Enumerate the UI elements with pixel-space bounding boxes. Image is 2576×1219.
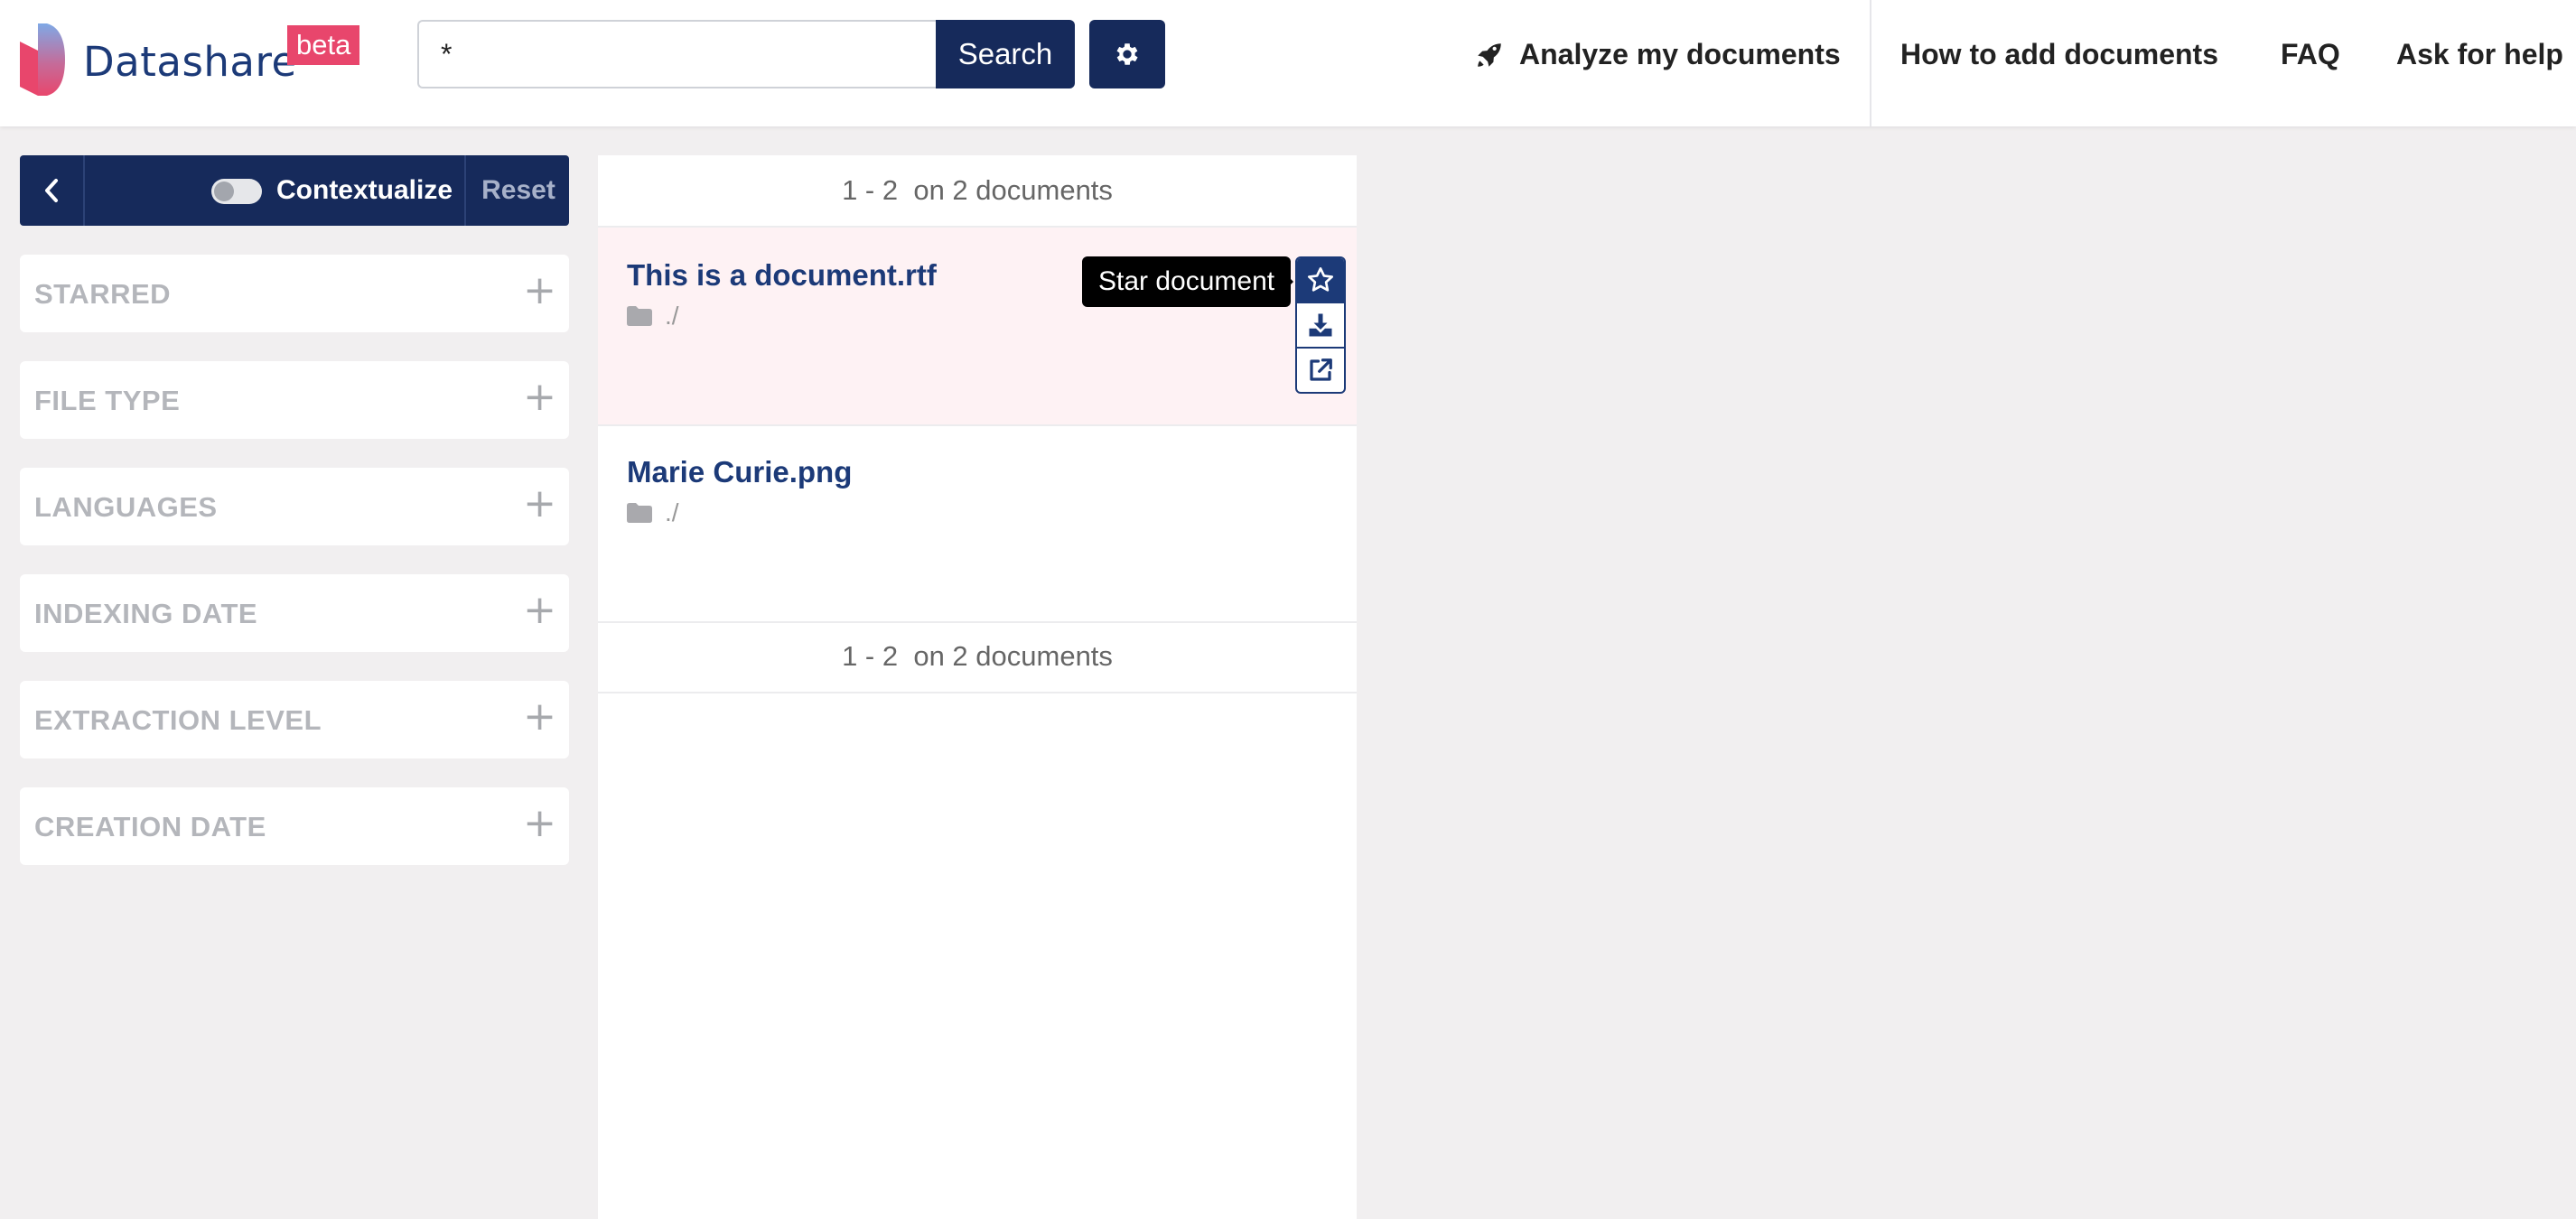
filter-label: CREATION DATE xyxy=(34,811,266,842)
document-actions xyxy=(1295,256,1346,394)
folder-icon xyxy=(627,306,652,326)
filter-creation-date[interactable]: CREATION DATE + xyxy=(20,787,569,865)
filter-label: LANGUAGES xyxy=(34,491,218,523)
filters-toolbar: Contextualize Reset xyxy=(20,155,569,226)
pagination-summary-top: 1 - 2 on 2 documents xyxy=(598,155,1357,228)
nav-faq[interactable]: FAQ xyxy=(2281,38,2340,71)
document-path: ./ xyxy=(627,302,679,330)
tooltip-arrow xyxy=(1284,273,1293,291)
filter-label: FILE TYPE xyxy=(34,385,181,416)
nav-how-to-add-documents[interactable]: How to add documents xyxy=(1900,38,2218,71)
search-input[interactable] xyxy=(417,20,936,88)
filter-file-type[interactable]: FILE TYPE + xyxy=(20,361,569,439)
filter-label: EXTRACTION LEVEL xyxy=(34,704,322,736)
document-path: ./ xyxy=(627,498,679,527)
contextualize-label: Contextualize xyxy=(276,175,453,205)
filter-label: STARRED xyxy=(34,278,172,310)
gear-icon xyxy=(1116,43,1138,65)
collapse-filters-button[interactable] xyxy=(20,155,85,226)
toggle-knob xyxy=(214,181,234,201)
plus-icon[interactable]: + xyxy=(523,800,556,846)
filter-languages[interactable]: LANGUAGES + xyxy=(20,468,569,545)
beta-badge: beta xyxy=(287,25,360,65)
chevron-left-icon xyxy=(45,179,58,202)
document-path-text: ./ xyxy=(665,302,679,330)
results-panel: 1 - 2 on 2 documents This is a document.… xyxy=(598,155,1357,1219)
datashare-logo-icon[interactable] xyxy=(20,23,65,96)
document-row[interactable]: Marie Curie.png ./ xyxy=(598,424,1357,623)
contextualize-toggle[interactable] xyxy=(211,179,262,204)
plus-icon[interactable]: + xyxy=(523,374,556,420)
plus-icon[interactable]: + xyxy=(523,267,556,313)
document-title[interactable]: This is a document.rtf xyxy=(627,258,937,293)
external-link-icon xyxy=(1310,358,1332,381)
app-name[interactable]: Datashare xyxy=(83,38,297,86)
document-row[interactable]: This is a document.rtf ./ Star document xyxy=(598,228,1357,426)
star-icon xyxy=(1308,267,1333,292)
open-in-new-tab-button[interactable] xyxy=(1297,347,1344,392)
filter-extraction-level[interactable]: EXTRACTION LEVEL + xyxy=(20,681,569,758)
plus-icon[interactable]: + xyxy=(523,587,556,633)
plus-icon[interactable]: + xyxy=(523,693,556,740)
star-document-button[interactable] xyxy=(1297,258,1344,302)
settings-button[interactable] xyxy=(1089,20,1165,88)
nav-analyze-label: Analyze my documents xyxy=(1519,38,1841,70)
download-document-button[interactable] xyxy=(1297,302,1344,347)
nav-ask-for-help[interactable]: Ask for help xyxy=(2396,38,2563,71)
document-title[interactable]: Marie Curie.png xyxy=(627,455,852,489)
nav-analyze-documents[interactable]: Analyze my documents xyxy=(1474,38,1841,71)
filter-label: INDEXING DATE xyxy=(34,598,258,629)
plus-icon[interactable]: + xyxy=(523,480,556,526)
star-document-tooltip: Star document xyxy=(1082,256,1292,307)
filter-starred[interactable]: STARRED + xyxy=(20,255,569,332)
download-icon xyxy=(1309,313,1332,337)
search-button[interactable]: Search xyxy=(936,20,1075,88)
reset-filters-button[interactable]: Reset xyxy=(464,155,571,226)
nav-divider xyxy=(1870,0,1871,126)
document-path-text: ./ xyxy=(665,498,679,526)
pagination-summary-bottom: 1 - 2 on 2 documents xyxy=(598,621,1357,693)
top-header: Datashare beta Search Analyze my documen… xyxy=(0,0,2576,126)
filter-indexing-date[interactable]: INDEXING DATE + xyxy=(20,574,569,652)
rocket-icon xyxy=(1478,42,1501,67)
folder-icon xyxy=(627,503,652,523)
